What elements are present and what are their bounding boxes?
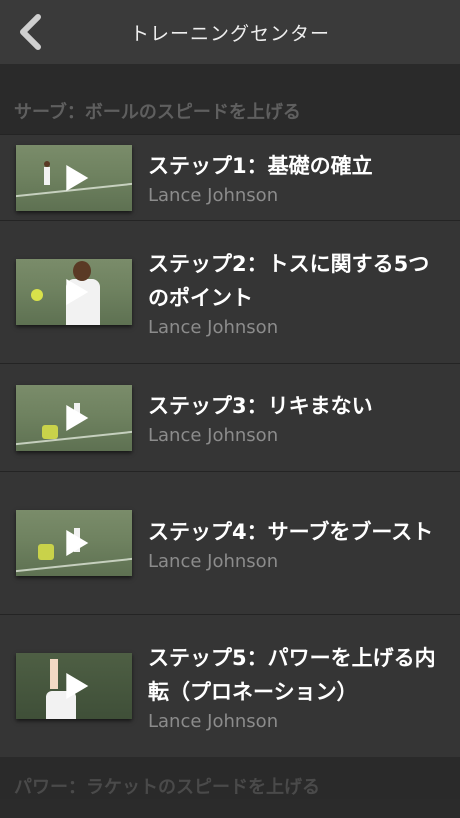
video-author: Lance Johnson (148, 425, 279, 446)
video-thumbnail[interactable] (16, 144, 132, 211)
video-list: ステップ1：基礎の確立 Lance Johnson ステップ2：トスに関する5つ… (0, 134, 460, 757)
video-title: ステップ5：パワーを上げる内転（プロネーション） (148, 645, 436, 704)
video-author: Lance Johnson (148, 185, 279, 206)
nav-bar: トレーニングセンター (0, 0, 460, 64)
video-author: Lance Johnson (148, 550, 279, 572)
section-header: サーブ：ボールのスピードを上げる (0, 64, 460, 134)
video-thumbnail[interactable] (16, 259, 132, 325)
play-icon (66, 164, 89, 191)
video-row[interactable]: ステップ1：基礎の確立 Lance Johnson (0, 134, 460, 220)
video-author: Lance Johnson (148, 710, 279, 732)
play-icon (66, 279, 89, 305)
video-row[interactable]: ステップ5：パワーを上げる内転（プロネーション） Lance Johnson (0, 614, 460, 757)
video-title: ステップ1：基礎の確立 (148, 154, 373, 178)
video-row[interactable]: ステップ4：サーブをブースト Lance Johnson (0, 471, 460, 614)
video-title: ステップ3：リキまない (148, 394, 373, 418)
play-icon (66, 673, 89, 699)
video-row[interactable]: ステップ3：リキまない Lance Johnson (0, 363, 460, 471)
video-title: ステップ2：トスに関する5つのポイント (148, 251, 430, 310)
video-author: Lance Johnson (148, 316, 279, 338)
play-icon (66, 404, 89, 431)
next-section-header: パワー：ラケットのスピードを上げる (0, 757, 460, 799)
video-row[interactable]: ステップ2：トスに関する5つのポイント Lance Johnson (0, 220, 460, 363)
page-title: トレーニングセンター (129, 22, 330, 45)
video-thumbnail[interactable] (16, 384, 132, 451)
play-icon (66, 530, 89, 556)
back-chevron-icon[interactable] (16, 14, 46, 50)
video-thumbnail[interactable] (16, 653, 132, 719)
video-title: ステップ4：サーブをブースト (148, 519, 434, 544)
video-thumbnail[interactable] (16, 510, 132, 576)
